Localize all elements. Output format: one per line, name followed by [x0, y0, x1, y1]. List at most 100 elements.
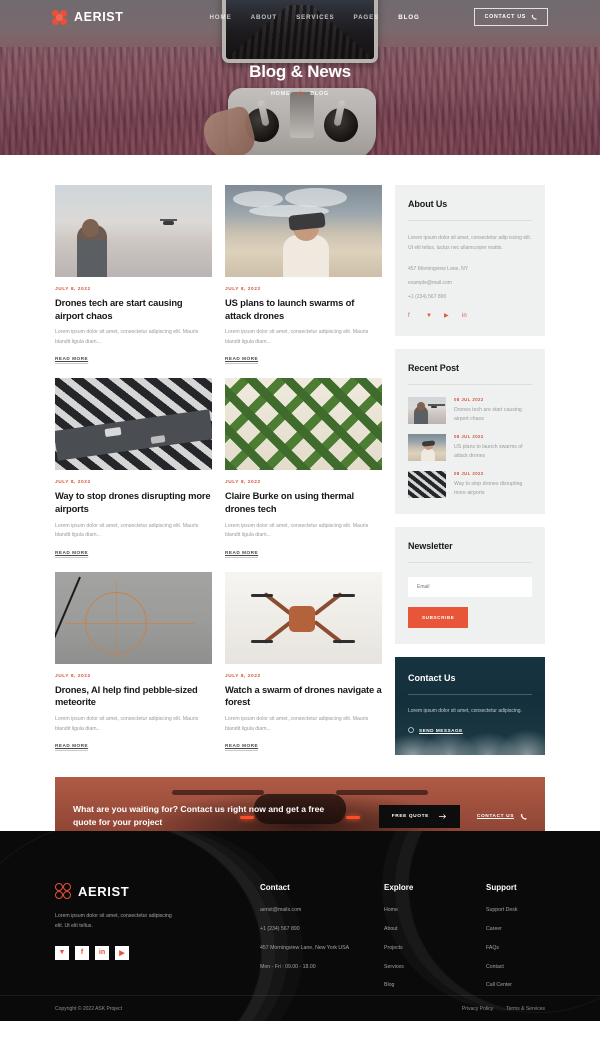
- post-title[interactable]: Watch a swarm of drones navigate a fores…: [225, 684, 382, 709]
- blog-post-card[interactable]: JULY 8, 2022 Watch a swarm of drones nav…: [225, 571, 382, 752]
- linkedin-icon[interactable]: in: [95, 945, 109, 960]
- footer-link[interactable]: Call Center: [486, 981, 517, 990]
- about-email[interactable]: example@mail.com: [408, 280, 532, 286]
- contact-us-button[interactable]: CONTACT US: [473, 8, 548, 26]
- post-date: JULY 8, 2022: [225, 480, 261, 486]
- recent-post-title[interactable]: Way to stop drones disrupting more airpo…: [454, 480, 532, 498]
- footer-social-links: ▼ f in ▶: [55, 945, 260, 960]
- footer-link[interactable]: Home: [384, 906, 486, 915]
- send-message-label: SEND MESSAGE: [419, 727, 463, 733]
- privacy-policy-link[interactable]: Privacy Policy: [462, 1006, 493, 1012]
- post-thumbnail-image[interactable]: [225, 185, 382, 277]
- recent-post-title[interactable]: US plans to launch swarms of attack dron…: [454, 443, 532, 461]
- facebook-icon[interactable]: f: [75, 945, 89, 960]
- post-title[interactable]: Drones tech are start causing airport ch…: [55, 297, 212, 322]
- breadcrumb: HOME ✛ BLOG: [0, 90, 600, 98]
- cta-actions: FREE QUOTE CONTACT US: [378, 804, 527, 828]
- nav-item-blog[interactable]: BLOG: [398, 14, 419, 21]
- nav-item-pages[interactable]: PAGES: [354, 14, 380, 21]
- footer-column-title: Explore: [384, 883, 414, 893]
- read-more-link[interactable]: READ MORE: [55, 356, 89, 365]
- recent-post-item[interactable]: 08 JUL 2022 Drones tech are start causin…: [408, 396, 532, 424]
- cta-contact-us-link[interactable]: CONTACT US: [477, 813, 527, 820]
- blog-post-card[interactable]: JULY 8, 2022 Drones tech are start causi…: [55, 185, 212, 365]
- nav-item-about[interactable]: ABOUT: [251, 14, 278, 21]
- footer-column-support: Support Support Desk Career FAQs Contact…: [486, 883, 517, 1000]
- post-title[interactable]: Drones, AI help find pebble-sized meteor…: [55, 684, 212, 709]
- blog-post-card[interactable]: JULY 8, 2022 Claire Burke on using therm…: [225, 378, 382, 558]
- recent-post-title[interactable]: Drones tech are start causing airport ch…: [454, 406, 532, 424]
- logo-text: AERIST: [74, 10, 124, 24]
- nav-item-home[interactable]: HOME: [209, 14, 231, 21]
- post-title[interactable]: Way to stop drones disrupting more airpo…: [55, 490, 212, 515]
- post-excerpt: Lorem ipsum dolor sit amet, consectetur …: [225, 329, 369, 345]
- post-date: JULY 8, 2022: [55, 673, 91, 679]
- read-more-link[interactable]: READ MORE: [225, 743, 259, 752]
- post-date: JULY 8, 2022: [55, 287, 91, 292]
- breadcrumb-item-home[interactable]: HOME: [271, 91, 290, 97]
- widget-contact-us-card: Contact Us Lorem ipsum dolor sit amet, c…: [395, 657, 545, 756]
- post-title[interactable]: Claire Burke on using thermal drones tec…: [225, 490, 382, 515]
- breadcrumb-item-blog[interactable]: BLOG: [310, 91, 329, 97]
- recent-post-item[interactable]: 08 JUL 2022 Way to stop drones disruptin…: [408, 470, 532, 498]
- youtube-icon[interactable]: ▶: [115, 945, 129, 960]
- post-thumbnail-image[interactable]: [225, 378, 382, 471]
- blog-post-card[interactable]: JULY 8, 2022 Way to stop drones disrupti…: [55, 378, 212, 558]
- post-thumbnail-image[interactable]: [55, 378, 212, 471]
- linkedin-icon[interactable]: in: [462, 313, 469, 320]
- about-phone[interactable]: +1 (234) 567 890: [408, 294, 532, 300]
- footer-link[interactable]: Contact: [486, 963, 517, 972]
- footer-logo[interactable]: AERIST: [55, 883, 260, 900]
- widget-title-recent: Recent Post: [408, 362, 459, 373]
- footer-link[interactable]: Blog: [384, 981, 486, 990]
- footer-logo-text: AERIST: [78, 883, 130, 899]
- about-social-links: f ▼ ▶ in: [408, 313, 532, 320]
- recent-post-thumbnail[interactable]: [408, 433, 446, 461]
- post-title[interactable]: US plans to launch swarms of attack dron…: [225, 297, 382, 322]
- phone-icon: [520, 813, 527, 820]
- arrow-right-icon: [438, 813, 446, 819]
- send-message-link[interactable]: SEND MESSAGE: [408, 727, 532, 733]
- footer-link[interactable]: Services: [384, 963, 486, 972]
- read-more-link[interactable]: READ MORE: [55, 550, 89, 558]
- recent-post-thumbnail[interactable]: [408, 470, 446, 498]
- site-logo[interactable]: AERIST: [52, 9, 124, 25]
- footer-link[interactable]: +1 (234) 567 890: [260, 925, 384, 934]
- newsletter-email-input[interactable]: [408, 577, 532, 598]
- footer-bottom-bar: Copyright © 2022 ASK Project Privacy Pol…: [0, 995, 600, 1021]
- facebook-icon[interactable]: f: [408, 313, 415, 320]
- recent-post-item[interactable]: 08 JUL 2022 US plans to launch swarms of…: [408, 433, 532, 461]
- blog-post-card[interactable]: JULY 8, 2022 US plans to launch swarms o…: [225, 185, 382, 365]
- divider: [408, 694, 532, 696]
- footer-brand: AERIST Lorem ipsum dolor sit amet, conse…: [55, 883, 260, 1000]
- read-more-link[interactable]: READ MORE: [225, 356, 259, 365]
- post-excerpt: Lorem ipsum dolor sit amet, consectetur …: [225, 522, 369, 539]
- about-address: 457 Morningview Lane, NY: [408, 265, 469, 272]
- twitter-icon[interactable]: ▼: [426, 313, 433, 320]
- footer-link[interactable]: aerist@mails.com: [260, 906, 384, 915]
- post-date: JULY 8, 2022: [55, 480, 91, 486]
- divider: [408, 383, 532, 385]
- recent-post-thumbnail[interactable]: [408, 396, 446, 424]
- newsletter-subscribe-button[interactable]: SUBSCRIBE: [408, 607, 469, 629]
- twitter-icon[interactable]: ▼: [55, 945, 69, 960]
- footer-link[interactable]: Career: [486, 925, 517, 934]
- widget-recent-post: Recent Post 08 JUL 2022 Drones tech are …: [395, 348, 545, 515]
- post-thumbnail-image[interactable]: [55, 571, 212, 664]
- free-quote-button[interactable]: FREE QUOTE: [378, 804, 460, 828]
- terms-services-link[interactable]: Terms & Services: [506, 1006, 545, 1012]
- nav-item-services[interactable]: SERVICES: [296, 14, 334, 21]
- footer-link[interactable]: Projects: [384, 944, 486, 953]
- post-thumbnail-image[interactable]: [55, 185, 212, 277]
- read-more-link[interactable]: READ MORE: [225, 550, 259, 558]
- about-text: Lorem ipsum dolor sit amet, consectetur …: [408, 235, 532, 252]
- youtube-icon[interactable]: ▶: [444, 313, 451, 320]
- widget-newsletter: Newsletter SUBSCRIBE: [395, 527, 545, 645]
- post-thumbnail-image[interactable]: [225, 571, 382, 664]
- footer-link[interactable]: Support Desk: [486, 906, 517, 915]
- read-more-link[interactable]: READ MORE: [55, 743, 89, 752]
- footer-link[interactable]: About: [384, 925, 486, 934]
- hero-center-content: Blog & News HOME ✛ BLOG: [0, 62, 600, 98]
- blog-post-card[interactable]: JULY 8, 2022 Drones, AI help find pebble…: [55, 571, 212, 752]
- footer-link[interactable]: FAQs: [486, 944, 517, 953]
